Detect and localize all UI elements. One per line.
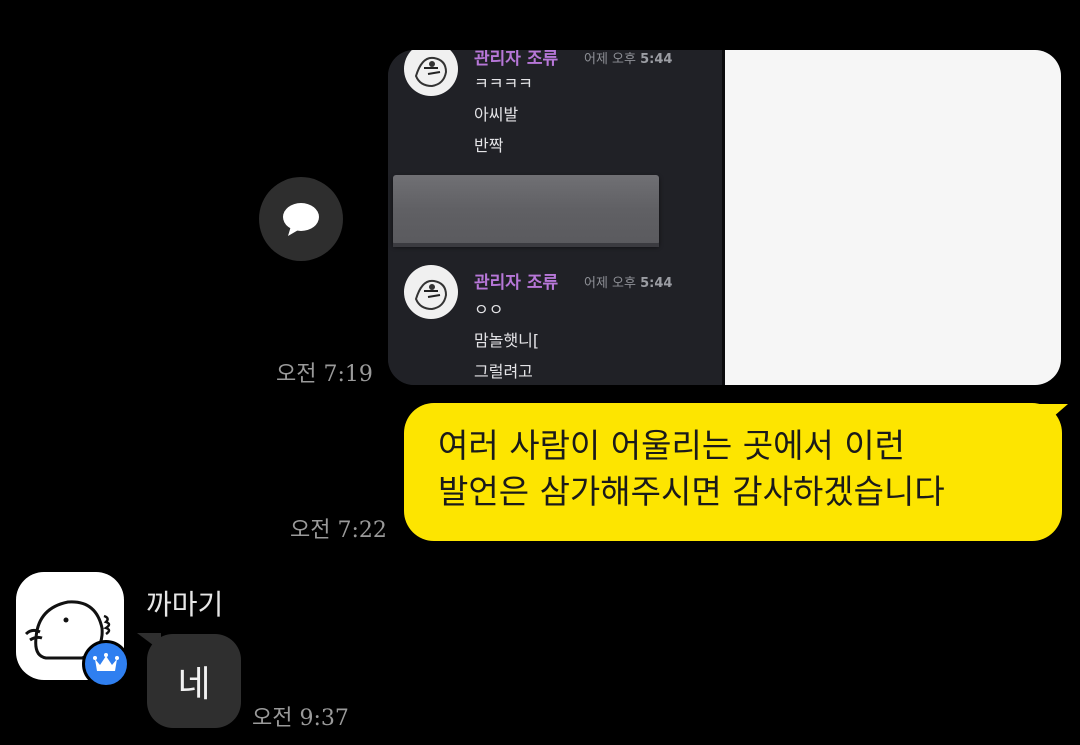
message-text-line: 발언은 삼가해주시면 감사하겠습니다 — [438, 472, 945, 511]
message-time: 어제 오후 5:44 — [584, 52, 673, 67]
author-avatar — [404, 265, 458, 319]
message-line: 아씨발 — [474, 105, 519, 124]
image-message[interactable]: 관리자 조류 어제 오후 5:44 ㅋㅋㅋㅋ 아씨발 반짝 관리자 조류 어제 … — [388, 50, 1061, 385]
message-timestamp: 오전 7:19 — [276, 362, 373, 387]
message-line: 맘놀햇니[ — [474, 331, 540, 350]
message-time: 어제 오후 5:44 — [584, 276, 673, 291]
sender-name: 까마기 — [146, 588, 224, 621]
message-line: 반짝 — [474, 136, 504, 155]
my-message-bubble[interactable]: 여러 사람이 어울리는 곳에서 이런 발언은 삼가해주시면 감사하겠습니다 — [404, 403, 1062, 541]
crown-icon — [93, 653, 119, 671]
message-timestamp: 오전 9:37 — [252, 706, 349, 731]
message-line: ㅇㅇ — [474, 300, 504, 319]
author-name: 관리자 조류 — [474, 273, 559, 293]
message-timestamp: 오전 7:22 — [290, 518, 387, 543]
redacted-image — [393, 175, 659, 245]
crown-badge — [82, 640, 130, 688]
speech-bubble-icon — [283, 203, 319, 236]
redacted-image-shadow — [393, 243, 659, 247]
share-button[interactable] — [259, 177, 343, 261]
reply-message-bubble[interactable]: 네 — [147, 634, 241, 728]
message-line: ㅋㅋㅋㅋ — [474, 74, 533, 93]
message-line: 그럴려고 — [474, 362, 533, 381]
discord-screenshot: 관리자 조류 어제 오후 5:44 ㅋㅋㅋㅋ 아씨발 반짝 관리자 조류 어제 … — [388, 50, 722, 385]
blank-panel — [725, 50, 1061, 385]
author-avatar — [404, 50, 458, 96]
chat-screen: 관리자 조류 어제 오후 5:44 ㅋㅋㅋㅋ 아씨발 반짝 관리자 조류 어제 … — [0, 0, 1080, 745]
author-name: 관리자 조류 — [474, 50, 559, 69]
message-text-line: 여러 사람이 어울리는 곳에서 이런 — [438, 426, 905, 465]
